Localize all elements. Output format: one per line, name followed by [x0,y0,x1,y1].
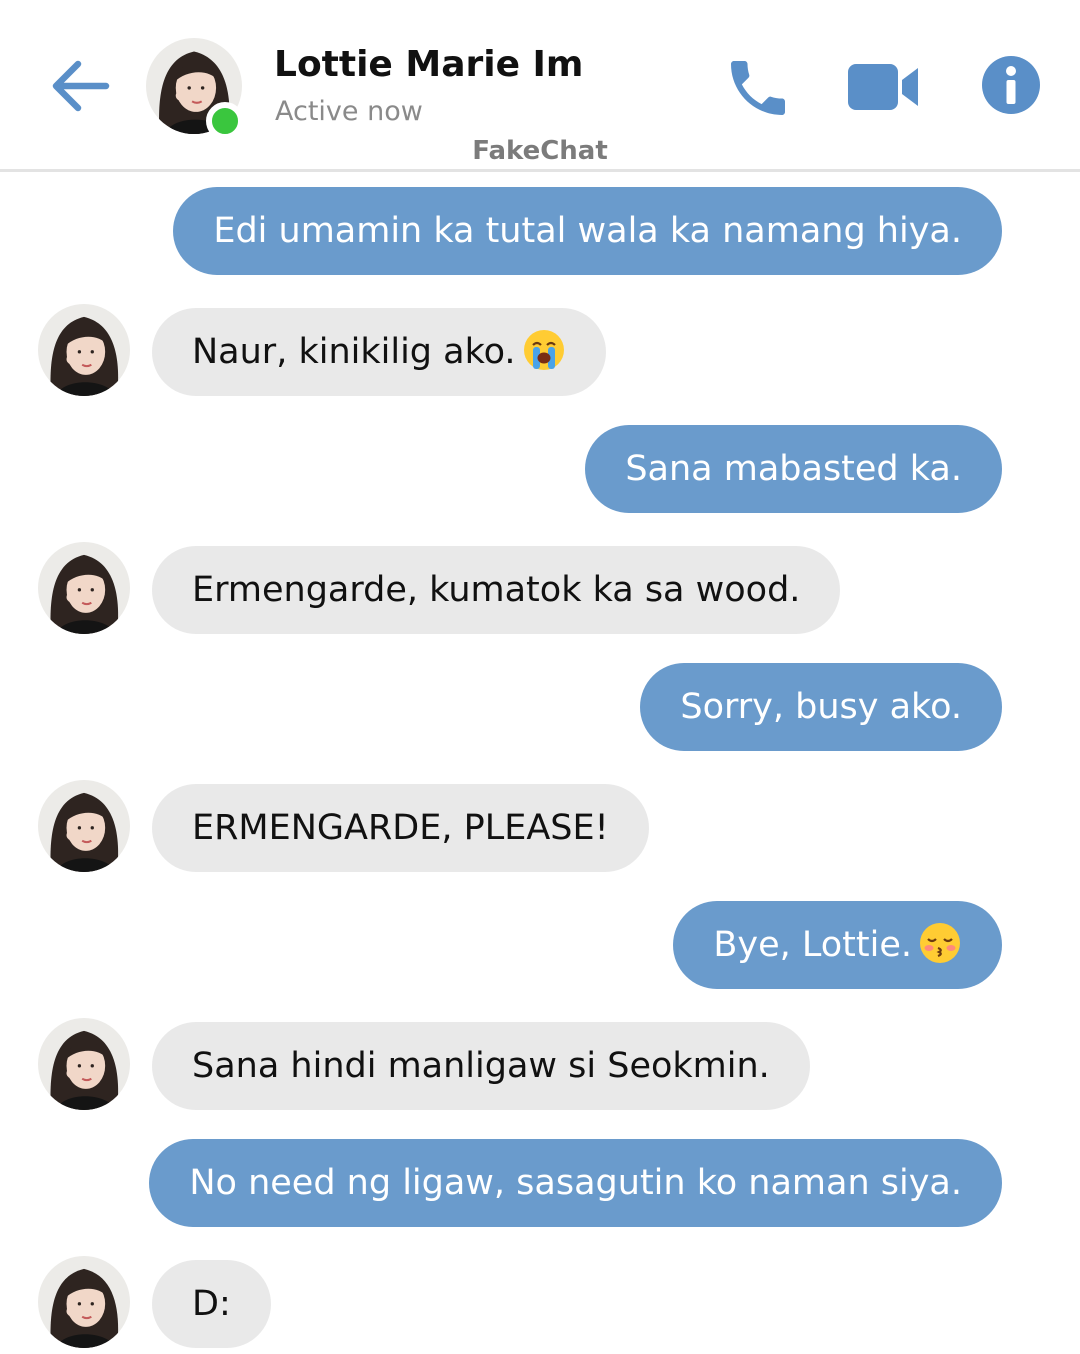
message-text: D: [192,1284,231,1324]
message-avatar[interactable] [38,1018,130,1110]
message-text: Edi umamin ka tutal wala ka namang hiya. [213,211,962,251]
video-camera-icon [848,64,918,110]
message-text: Sana mabasted ka. [625,449,962,489]
message-text: Bye, Lottie. [713,925,912,965]
message-incoming[interactable]: Ermengarde, kumatok ka sa wood. [152,546,841,634]
call-button[interactable] [722,52,794,124]
message-incoming[interactable]: ERMENGARDE, PLEASE! [152,784,649,872]
chat-header: Lottie Marie Im Active now FakeChat [0,0,1080,172]
message-incoming[interactable]: D: [152,1260,271,1348]
app-watermark: FakeChat [472,136,608,166]
online-status-indicator [206,102,244,140]
message-text: ERMENGARDE, PLEASE! [192,808,609,848]
message-text: Sana hindi manligaw si Seokmin. [192,1046,770,1086]
loudly-crying-face-emoji [523,330,564,370]
arrow-left-icon [52,60,110,112]
message-avatar[interactable] [38,780,130,872]
contact-status: Active now [275,96,423,127]
message-incoming[interactable]: Naur, kinikilig ako. [152,308,606,396]
message-outgoing[interactable]: Bye, Lottie. [673,901,1002,989]
message-outgoing[interactable]: Sana mabasted ka. [585,425,1002,513]
message-avatar[interactable] [38,542,130,634]
back-button[interactable] [48,52,116,120]
video-call-button[interactable] [846,56,922,118]
contact-name[interactable]: Lottie Marie Im [274,44,583,85]
message-outgoing[interactable]: Edi umamin ka tutal wala ka namang hiya. [173,187,1002,275]
message-avatar[interactable] [38,1256,130,1348]
message-text: Ermengarde, kumatok ka sa wood. [192,570,801,610]
kissing-face-closed-eyes-emoji [920,923,960,963]
message-text: Naur, kinikilig ako. [192,332,516,372]
info-icon [982,56,1040,114]
message-incoming[interactable]: Sana hindi manligaw si Seokmin. [152,1022,810,1110]
chat-screen: Lottie Marie Im Active now FakeChat Edi … [0,0,1080,1354]
message-avatar[interactable] [38,304,130,396]
message-text: Sorry, busy ako. [680,687,962,727]
message-text: No need ng ligaw, sasagutin ko naman siy… [189,1163,962,1203]
message-outgoing[interactable]: No need ng ligaw, sasagutin ko naman siy… [149,1139,1002,1227]
phone-icon [731,61,785,115]
info-button[interactable] [980,54,1042,116]
message-outgoing[interactable]: Sorry, busy ako. [640,663,1002,751]
